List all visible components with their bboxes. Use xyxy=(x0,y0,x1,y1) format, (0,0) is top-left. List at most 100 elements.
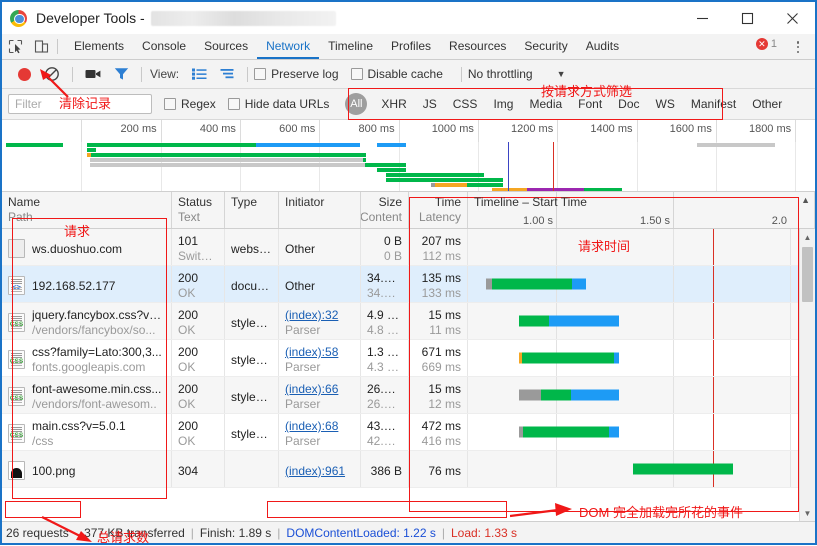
disable-cache-checkbox[interactable]: Disable cache xyxy=(350,67,443,81)
request-latency: 112 ms xyxy=(422,249,461,263)
table-row[interactable]: CSS css?family=Lato:300,3...fonts.googlea… xyxy=(2,340,815,377)
cell-waterfall xyxy=(468,414,815,450)
status-finish: Finish: 1.89 s xyxy=(199,525,272,540)
hide-data-urls-checkbox[interactable]: Hide data URLs xyxy=(227,97,329,111)
close-icon[interactable] xyxy=(770,2,815,34)
tab-audits[interactable]: Audits xyxy=(577,34,628,59)
vertical-scrollbar[interactable]: ▲ ▼ xyxy=(799,229,815,521)
filter-type-ws[interactable]: WS xyxy=(648,97,683,111)
table-row[interactable]: CSS font-awesome.min.css.../vendors/font-… xyxy=(2,377,815,414)
scrollbar-thumb[interactable] xyxy=(802,247,813,302)
tab-security[interactable]: Security xyxy=(515,34,576,59)
filter-type-doc[interactable]: Doc xyxy=(610,97,647,111)
table-row[interactable]: CSS jquery.fancybox.css?v=.../vendors/fan… xyxy=(2,303,815,340)
filter-toggle-button[interactable] xyxy=(107,61,135,88)
cell-request-status: 200 OK xyxy=(172,377,225,413)
tab-elements[interactable]: Elements xyxy=(65,34,133,59)
network-overview[interactable]: 200 ms 400 ms 600 ms 800 ms 1000 ms 1200 ms 14… xyxy=(2,120,815,192)
tab-console[interactable]: Console xyxy=(133,34,195,59)
request-size: 4.9 KB xyxy=(367,308,402,322)
request-initiator[interactable]: (index):66 xyxy=(285,382,354,396)
overview-gridline xyxy=(81,142,83,191)
waterfall-bar[interactable] xyxy=(486,278,586,290)
throttling-select[interactable]: No throttling ▼ xyxy=(468,67,566,81)
filter-placeholder: Filter xyxy=(15,97,42,111)
cell-name[interactable]: 100.png xyxy=(2,451,172,487)
inspect-element-icon[interactable] xyxy=(2,35,28,59)
tab-network[interactable]: Network xyxy=(257,34,319,59)
cell-name[interactable]: CSS css?family=Lato:300,3...fonts.googlea… xyxy=(2,340,172,376)
filter-type-img[interactable]: Img xyxy=(485,97,521,111)
error-badge[interactable]: ✕ 1 xyxy=(755,38,777,50)
request-initiator[interactable]: (index):961 xyxy=(285,464,354,478)
record-icon xyxy=(17,67,31,81)
error-count: 1 xyxy=(770,38,777,50)
waterfall-bar[interactable] xyxy=(519,389,619,401)
regex-checkbox[interactable]: Regex xyxy=(164,97,216,111)
filter-input[interactable]: Filter xyxy=(8,94,152,114)
preserve-log-checkbox[interactable]: Preserve log xyxy=(254,67,339,81)
tab-sources[interactable]: Sources xyxy=(195,34,257,59)
cell-request-type: stylesh... xyxy=(225,414,279,450)
cell-name[interactable]: CSS main.css?v=5.0.1/css xyxy=(2,414,172,450)
more-options-icon[interactable] xyxy=(791,39,805,55)
tab-resources[interactable]: Resources xyxy=(440,34,515,59)
filter-type-js[interactable]: JS xyxy=(415,97,445,111)
waterfall-bar[interactable] xyxy=(519,426,619,438)
view-list-button[interactable] xyxy=(185,61,213,88)
waterfall-bar[interactable] xyxy=(519,352,619,364)
filter-type-css[interactable]: CSS xyxy=(445,97,486,111)
column-header-status[interactable]: Status Text xyxy=(172,192,225,228)
cell-name[interactable]: CSS jquery.fancybox.css?v=.../vendors/fan… xyxy=(2,303,172,339)
cell-name[interactable]: ws.duoshuo.com xyxy=(2,229,172,265)
column-header-time[interactable]: Time Latency xyxy=(409,192,468,228)
record-button[interactable] xyxy=(10,61,38,88)
overview-tick: 600 ms xyxy=(239,120,319,142)
view-waterfall-button[interactable] xyxy=(213,61,241,88)
table-row[interactable]: ws.duoshuo.com 101Switch... webso... Other 0… xyxy=(2,229,815,266)
column-header-name[interactable]: Name Path xyxy=(2,192,172,228)
cell-request-initiator: Other xyxy=(279,229,361,265)
overview-dcl-marker xyxy=(508,142,510,191)
filter-type-xhr[interactable]: XHR xyxy=(373,97,414,111)
table-row[interactable]: <> 192.168.52.177 200OK docum... Other 34.6 K… xyxy=(2,266,815,303)
filter-type-manifest[interactable]: Manifest xyxy=(683,97,744,111)
table-row[interactable]: CSS main.css?v=5.0.1/css 200OK stylesh... (i… xyxy=(2,414,815,451)
cell-name[interactable]: <> 192.168.52.177 xyxy=(2,266,172,302)
overview-bar-segment xyxy=(385,173,484,177)
tab-profiles[interactable]: Profiles xyxy=(382,34,440,59)
toggle-device-toolbar-icon[interactable] xyxy=(28,35,54,59)
cell-name[interactable]: CSS font-awesome.min.css.../vendors/font-… xyxy=(2,377,172,413)
waterfall-bar[interactable] xyxy=(633,463,733,475)
table-row[interactable]: 100.png 304 (index):961 386 B 76 ms xyxy=(2,451,815,488)
column-header-time-label: Time xyxy=(434,195,461,209)
tab-timeline[interactable]: Timeline xyxy=(319,34,382,59)
file-icon-lines xyxy=(11,324,22,329)
column-header-timeline-label: Timeline – Start Time xyxy=(474,195,587,209)
column-header-initiator[interactable]: Initiator xyxy=(279,192,361,228)
filter-type-font[interactable]: Font xyxy=(570,97,610,111)
capture-screenshots-button[interactable] xyxy=(79,61,107,88)
request-initiator[interactable]: (index):32 xyxy=(285,308,354,322)
maximize-icon[interactable] xyxy=(725,2,770,34)
status-transferred: 377 KB transferred xyxy=(84,525,185,540)
column-header-timeline[interactable]: Timeline – Start Time 1.00 s 1.50 s 2.0 ▲ xyxy=(468,192,815,228)
column-header-size[interactable]: Size Content xyxy=(361,192,409,228)
overview-tick: 400 ms xyxy=(160,120,240,142)
minimize-icon[interactable] xyxy=(680,2,725,34)
clear-button[interactable] xyxy=(38,61,66,88)
table-body: ws.duoshuo.com 101Switch... webso... Other 0… xyxy=(2,229,815,488)
waterfall-bar[interactable] xyxy=(519,315,619,327)
request-initiator[interactable]: (index):58 xyxy=(285,345,354,359)
filter-type-media[interactable]: Media xyxy=(521,97,570,111)
filter-type-other[interactable]: Other xyxy=(744,97,790,111)
scroll-down-icon[interactable]: ▼ xyxy=(800,505,815,521)
scroll-up-icon[interactable]: ▲ xyxy=(800,229,815,245)
cell-request-status: 200 OK xyxy=(172,303,225,339)
overview-bar-segment xyxy=(376,143,406,147)
column-header-type[interactable]: Type xyxy=(225,192,279,228)
filter-type-all[interactable]: All xyxy=(345,93,368,115)
request-initiator[interactable]: (index):68 xyxy=(285,419,354,433)
overview-bar-segment xyxy=(376,168,406,172)
request-initiator-sub: Parser xyxy=(285,434,321,448)
